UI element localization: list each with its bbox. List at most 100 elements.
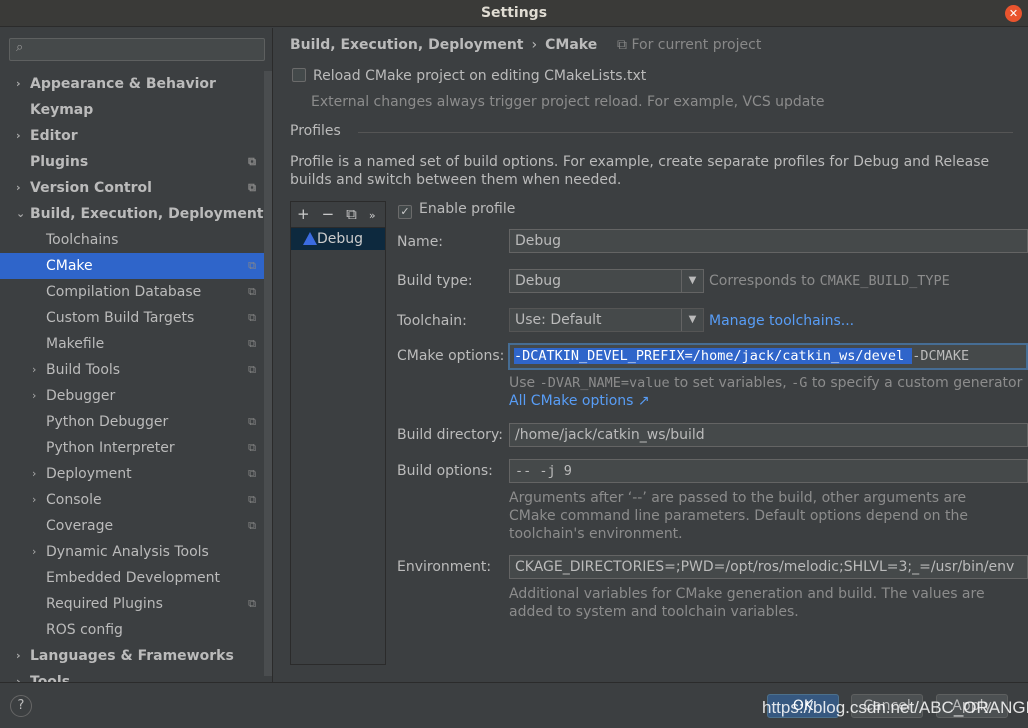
chevron-right-icon[interactable]: › (32, 383, 36, 409)
manage-toolchains-link[interactable]: Manage toolchains... (709, 313, 854, 329)
sidebar-item-label: Python Debugger (46, 414, 169, 430)
hint-text: to set variables, (669, 375, 792, 391)
sidebar-item[interactable]: ROS config (0, 617, 264, 643)
main-panel: Build, Execution, Deployment › CMake ⧉ For… (274, 28, 1028, 682)
sidebar-item-label: Appearance & Behavior (30, 76, 216, 92)
help-button[interactable]: ? (10, 695, 32, 717)
sidebar-item[interactable]: ⌄ Build, Execution, Deployment (0, 201, 264, 227)
all-cmake-options-link[interactable]: All CMake options ↗ (509, 393, 650, 409)
project-scope-icon: ⧉ (248, 285, 256, 298)
sidebar-item[interactable]: Toolchains (0, 227, 264, 253)
sidebar-item[interactable]: Plugins ⧉ (0, 149, 264, 175)
chevron-right-icon[interactable]: › (32, 357, 36, 383)
name-input[interactable]: Debug (509, 229, 1028, 253)
sidebar-item[interactable]: Makefile ⧉ (0, 331, 264, 357)
sidebar-item-label: Languages & Frameworks (30, 648, 234, 664)
search-icon: ⌕ (16, 40, 24, 55)
close-button[interactable]: ✕ (1005, 5, 1022, 22)
settings-tree: › Appearance & Behavior Keymap › Editor Plugi… (0, 71, 264, 682)
sidebar-item-label: ROS config (46, 622, 123, 638)
more-icon[interactable]: » (369, 209, 376, 222)
breadcrumb-item[interactable]: Build, Execution, Deployment (290, 37, 524, 53)
reload-checkbox[interactable]: Reload CMake project on editing CMakeLis… (292, 68, 646, 84)
sidebar-item[interactable]: › Debugger (0, 383, 264, 409)
sidebar-scrollbar[interactable] (264, 71, 272, 676)
copy-icon[interactable]: ⧉ (346, 205, 357, 223)
sidebar-item[interactable]: Python Debugger ⧉ (0, 409, 264, 435)
sidebar-item-label: Build Tools (46, 362, 121, 378)
reload-hint: External changes always trigger project … (311, 94, 825, 110)
cmake-icon (303, 232, 317, 245)
profiles-description: Profile is a named set of build options.… (290, 154, 990, 170)
sidebar-item[interactable]: Compilation Database ⧉ (0, 279, 264, 305)
project-scope-icon: ⧉ (248, 415, 256, 428)
project-scope-icon: ⧉ (248, 259, 256, 272)
build-type-hint-code: CMAKE_BUILD_TYPE (819, 273, 950, 289)
checkbox-box[interactable]: ✓ (398, 205, 412, 219)
build-directory-label: Build directory: (397, 427, 503, 443)
sidebar-item[interactable]: › Deployment ⧉ (0, 461, 264, 487)
build-type-hint: Corresponds to (709, 273, 820, 289)
sidebar-item-label: Dynamic Analysis Tools (46, 544, 209, 560)
sidebar-item[interactable]: Coverage ⧉ (0, 513, 264, 539)
chevron-right-icon[interactable]: › (16, 669, 21, 682)
profile-name: Debug (317, 231, 364, 247)
profile-item-debug[interactable]: Debug (291, 228, 385, 250)
chevron-right-icon[interactable]: › (16, 175, 21, 201)
search-input[interactable]: ⌕ (9, 38, 265, 61)
chevron-down-icon: ▼ (681, 309, 703, 331)
build-type-select[interactable]: Debug ▼ (509, 269, 704, 293)
chevron-right-icon[interactable]: › (32, 539, 36, 565)
for-current-project-label: ⧉ For current project (617, 37, 762, 53)
sidebar-item[interactable]: › Languages & Frameworks (0, 643, 264, 669)
build-options-label: Build options: (397, 463, 493, 479)
chevron-right-icon[interactable]: › (16, 643, 21, 669)
toolchain-select[interactable]: Use: Default ▼ (509, 308, 704, 332)
project-scope-icon: ⧉ (248, 519, 256, 532)
cmake-options-input[interactable]: -DCATKIN_DEVEL_PREFIX=/home/jack/catkin_… (508, 343, 1028, 370)
sidebar-item[interactable]: › Editor (0, 123, 264, 149)
chevron-down-icon: ▼ (681, 270, 703, 292)
sidebar-item-label: Plugins (30, 154, 89, 170)
sidebar-item[interactable]: CMake ⧉ (0, 253, 264, 279)
sidebar-item-label: Coverage (46, 518, 114, 534)
project-scope-icon: ⧉ (248, 181, 256, 194)
watermark: https://blog.csdn.net/ABC_ORANGE (762, 698, 1028, 717)
sidebar-item-label: CMake (46, 258, 93, 274)
sidebar-item[interactable]: › Dynamic Analysis Tools (0, 539, 264, 565)
remove-icon[interactable]: − (322, 205, 335, 223)
build-directory-input[interactable]: /home/jack/catkin_ws/build (509, 423, 1028, 447)
sidebar-item-label: Deployment (46, 466, 132, 482)
sidebar-item[interactable]: Required Plugins ⧉ (0, 591, 264, 617)
title-bar: Settings ✕ (0, 0, 1028, 27)
sidebar-item[interactable]: Embedded Development (0, 565, 264, 591)
project-scope-icon: ⧉ (248, 493, 256, 506)
chevron-right-icon[interactable]: › (16, 123, 21, 149)
sidebar-item-label: Debugger (46, 388, 116, 404)
project-scope-icon: ⧉ (248, 363, 256, 376)
sidebar-item[interactable]: Custom Build Targets ⧉ (0, 305, 264, 331)
chevron-right-icon[interactable]: › (32, 487, 36, 513)
enable-profile-checkbox[interactable]: ✓ Enable profile (398, 201, 515, 219)
chevron-right-icon[interactable]: › (16, 71, 21, 97)
hint-code: -DVAR_NAME=value (539, 375, 670, 391)
sidebar-item-label: Keymap (30, 102, 94, 118)
profiles-description-2: builds and switch between them when need… (290, 172, 622, 188)
checkbox-box[interactable] (292, 68, 306, 82)
sidebar-item[interactable]: Keymap (0, 97, 264, 123)
profile-list: + − ⧉ » Debug (290, 201, 386, 665)
sidebar-item-label: Compilation Database (46, 284, 202, 300)
chevron-right-icon[interactable]: › (32, 461, 36, 487)
project-scope-icon: ⧉ (248, 311, 256, 324)
build-options-input[interactable]: -- -j 9 (509, 459, 1028, 483)
add-icon[interactable]: + (297, 205, 310, 223)
environment-input[interactable]: CKAGE_DIRECTORIES=;PWD=/opt/ros/melodic;… (509, 555, 1028, 579)
sidebar-item[interactable]: Python Interpreter ⧉ (0, 435, 264, 461)
sidebar-item[interactable]: › Version Control ⧉ (0, 175, 264, 201)
sidebar-item[interactable]: › Console ⧉ (0, 487, 264, 513)
chevron-down-icon[interactable]: ⌄ (16, 201, 25, 227)
sidebar-item[interactable]: › Build Tools ⧉ (0, 357, 264, 383)
sidebar-item[interactable]: › Appearance & Behavior (0, 71, 264, 97)
sidebar-item[interactable]: › Tools (0, 669, 264, 682)
breadcrumb-item: CMake (545, 37, 598, 53)
